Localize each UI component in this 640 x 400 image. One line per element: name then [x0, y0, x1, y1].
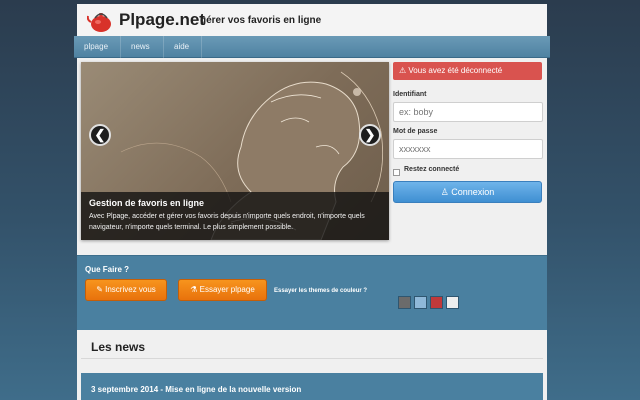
remember-checkbox[interactable] — [393, 169, 400, 176]
site-tagline: gérer vos favoris en ligne — [200, 15, 322, 26]
image-carousel: ❮ ❯ Gestion de favoris en ligne Avec Plp… — [81, 62, 389, 240]
alert-text: Vous avez été déconnecté — [408, 66, 503, 75]
news-item-title: 3 septembre 2014 - Mise en ligne de la n… — [91, 385, 302, 394]
remember-label: Restez connecté — [404, 166, 460, 173]
caption-text: Avec Plpage, accéder et gérer vos favori… — [89, 213, 365, 231]
page-container: Plpage.net gérer vos favoris en ligne pl… — [74, 4, 550, 400]
caption-title: Gestion de favoris en ligne — [89, 198, 205, 208]
site-title[interactable]: Plpage.net — [119, 10, 205, 30]
chevron-left-icon: ❮ — [94, 127, 106, 142]
warning-icon: ⚠ — [399, 66, 407, 75]
password-label: Mot de passe — [393, 128, 438, 135]
login-button[interactable]: ♙ Connexion — [393, 181, 542, 203]
try-button[interactable]: ⚗ Essayer plpage — [178, 279, 267, 301]
action-band-title: Que Faire ? — [85, 265, 130, 274]
nav-item-label: aide — [174, 42, 190, 51]
nav-item-aide[interactable]: aide — [164, 36, 202, 58]
nav-item-news[interactable]: news — [121, 36, 164, 58]
main-navbar: plpage news aide — [74, 36, 550, 58]
news-divider — [81, 358, 543, 359]
carousel-prev-button[interactable]: ❮ — [89, 124, 111, 146]
nav-item-label: plpage — [84, 42, 109, 51]
try-button-label: Essayer plpage — [199, 285, 255, 294]
login-button-label: Connexion — [451, 187, 495, 197]
theme-swatch-gray[interactable] — [398, 296, 411, 309]
themes-label: Essayer les themes de couleur ? — [274, 288, 368, 294]
username-input[interactable] — [393, 102, 543, 122]
logout-alert: ⚠ Vous avez été déconnecté — [393, 62, 542, 80]
news-section-title: Les news — [91, 340, 146, 354]
news-item[interactable]: 3 septembre 2014 - Mise en ligne de la n… — [81, 373, 543, 400]
signup-button-label: Inscrivez vous — [105, 285, 156, 294]
nav-item-plpage[interactable]: plpage — [74, 36, 121, 58]
flask-icon: ⚗ — [190, 285, 198, 294]
carousel-caption: Gestion de favoris en ligne Avec Plpage,… — [81, 192, 389, 240]
user-icon: ♙ — [440, 187, 449, 197]
theme-swatch-light[interactable] — [446, 296, 459, 309]
theme-swatch-blue[interactable] — [414, 296, 427, 309]
action-band: Que Faire ? ✎ Inscrivez vous ⚗ Essayer p… — [77, 255, 547, 330]
chevron-right-icon: ❯ — [364, 127, 376, 142]
username-label: Identifiant — [393, 91, 427, 98]
signup-button[interactable]: ✎ Inscrivez vous — [85, 279, 167, 301]
carousel-next-button[interactable]: ❯ — [359, 124, 381, 146]
nav-item-label: news — [131, 42, 150, 51]
theme-swatch-red[interactable] — [430, 296, 443, 309]
site-header: Plpage.net gérer vos favoris en ligne — [77, 4, 547, 36]
signup-icon: ✎ — [96, 285, 103, 294]
password-input[interactable] — [393, 139, 543, 159]
teapot-icon[interactable] — [87, 7, 115, 35]
